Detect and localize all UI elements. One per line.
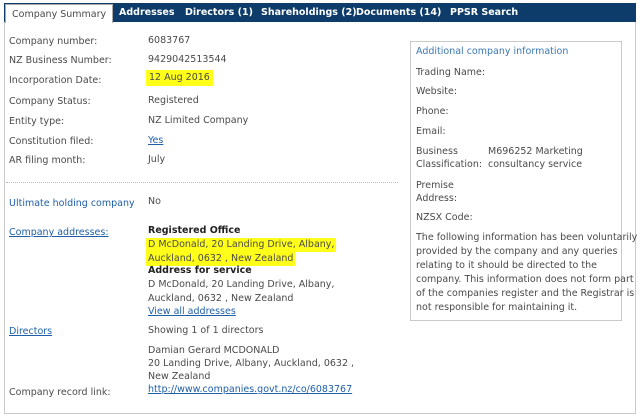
company-record-link[interactable]: http://www.companies.govt.nz/co/6083767 — [148, 384, 352, 395]
view-all-addresses-link[interactable]: View all addresses — [148, 306, 236, 317]
disclaimer-line: company. This information does not form … — [416, 274, 634, 285]
registered-office-line2: Auckland, 0632 , New Zealand — [146, 252, 296, 266]
entity-type-value: NZ Limited Company — [148, 115, 249, 126]
company-record-label: Company record link: — [9, 387, 111, 398]
nzbn-value: 9429042513544 — [148, 54, 227, 65]
company-number-value: 6083767 — [148, 35, 191, 46]
constitution-link[interactable]: Yes — [148, 135, 163, 146]
status-label: Company Status: — [9, 96, 91, 107]
phone-label: Phone: — [416, 106, 449, 117]
service-address-line1: D McDonald, 20 Landing Drive, Albany, — [148, 279, 335, 290]
company-addresses-link[interactable]: Company addresses: — [9, 227, 109, 238]
disclaimer-line: provided by the company and any queries — [416, 246, 618, 257]
registered-office-title: Registered Office — [148, 225, 241, 236]
premise-address-label-2: Address: — [416, 193, 458, 204]
ultimate-holding-value: No — [148, 196, 161, 207]
disclaimer-line: not responsible for maintaining it. — [416, 302, 578, 313]
email-label: Email: — [416, 126, 446, 137]
website-label: Website: — [416, 86, 458, 97]
director-address-line2: New Zealand — [148, 371, 211, 382]
service-address-line2: Auckland, 0632 , New Zealand — [148, 293, 294, 304]
disclaimer-line: relating to it should be directed to the — [416, 260, 597, 271]
directors-showing-count: Showing 1 of 1 directors — [148, 325, 264, 336]
tab-addresses[interactable]: Addresses — [119, 3, 175, 22]
business-classification-value-1: M696252 Marketing — [488, 146, 583, 157]
nzsx-code-label: NZSX Code: — [416, 212, 473, 223]
company-number-label: Company number: — [9, 36, 98, 47]
ar-filing-label: AR filing month: — [9, 155, 86, 166]
status-value: Registered — [148, 95, 199, 106]
directors-link[interactable]: Directors — [9, 326, 52, 337]
disclaimer-line: of the companies register and the Regist… — [416, 288, 635, 299]
section-divider — [6, 182, 398, 183]
incorporation-label: Incorporation Date: — [9, 75, 102, 86]
ar-filing-value: July — [148, 154, 166, 165]
constitution-label: Constitution filed: — [9, 136, 94, 147]
director-name: Damian Gerard MCDONALD — [148, 345, 280, 356]
ultimate-holding-label: Ultimate holding company — [9, 198, 135, 209]
tab-directors[interactable]: Directors (1) — [185, 3, 253, 22]
entity-type-label: Entity type: — [9, 116, 65, 127]
tab-bar: Company Summary Addresses Directors (1) … — [4, 3, 636, 23]
disclaimer-line: The following information has been volun… — [416, 232, 638, 243]
incorporation-value: 12 Aug 2016 — [146, 70, 213, 86]
director-address-line1: 20 Landing Drive, Albany, Auckland, 0632… — [148, 358, 355, 369]
trading-name-label: Trading Name: — [416, 67, 486, 78]
business-classification-label-2: Classification: — [416, 159, 483, 170]
business-classification-label-1: Business — [416, 146, 458, 157]
premise-address-label-1: Premise — [416, 180, 454, 191]
tab-company-summary[interactable]: Company Summary — [5, 4, 114, 23]
tab-documents[interactable]: Documents (14) — [356, 3, 441, 22]
tab-shareholdings[interactable]: Shareholdings (2) — [261, 3, 357, 22]
registered-office-line1: D McDonald, 20 Landing Drive, Albany, — [146, 238, 337, 252]
business-classification-value-2: consultancy service — [488, 159, 583, 170]
additional-info-title: Additional company information — [416, 46, 569, 57]
address-for-service-title: Address for service — [148, 265, 252, 276]
nzbn-label: NZ Business Number: — [9, 55, 112, 66]
tab-ppsr-search[interactable]: PPSR Search — [450, 3, 518, 22]
